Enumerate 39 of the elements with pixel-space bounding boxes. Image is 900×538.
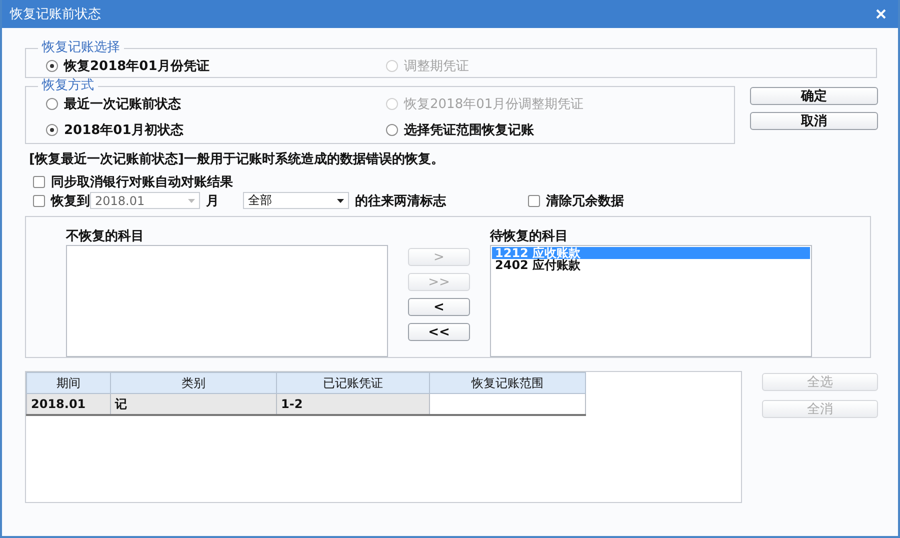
list-label: 不恢复的科目 <box>66 228 145 245</box>
month-label: 月 <box>206 192 219 210</box>
column-header: 期间 <box>26 372 110 394</box>
radio-button[interactable] <box>386 124 398 136</box>
radio-option[interactable]: 2018年01月初状态 <box>46 121 386 139</box>
close-icon[interactable] <box>876 9 886 19</box>
radio-button[interactable] <box>46 124 58 136</box>
checkbox[interactable] <box>528 194 540 206</box>
table-cell: 记 <box>110 394 276 415</box>
cancel-button[interactable]: 取消 <box>750 112 878 130</box>
column-header: 恢复记账范围 <box>430 372 586 394</box>
checkbox-label: 同步取消银行对账自动对账结果 <box>51 174 233 190</box>
suffix-label: 的往来两清标志 <box>355 192 446 210</box>
column-header: 类别 <box>110 372 276 394</box>
radio-option[interactable]: 选择凭证范围恢复记账 <box>386 121 734 139</box>
move-button[interactable]: << <box>408 323 470 341</box>
table-cell: 1-2 <box>276 394 430 415</box>
radio-button[interactable] <box>46 98 58 110</box>
ok-button[interactable]: 确定 <box>750 87 878 105</box>
dropdown-arrow-icon[interactable] <box>337 198 344 202</box>
checkbox-label: 清除冗余数据 <box>546 192 624 210</box>
group-title: 恢复方式 <box>38 78 98 94</box>
window-title: 恢复记账前状态 <box>10 6 101 23</box>
column-header: 已记账凭证 <box>276 372 430 394</box>
table-cell: 2018.01 <box>26 394 110 415</box>
pending-list[interactable]: 1212 应收账款 2402 应付账款 <box>490 245 812 357</box>
group-title: 恢复记账选择 <box>38 40 124 56</box>
hint-text: [恢复最近一次记账前状态]一般用于记账时系统造成的数据错误的恢复。 <box>29 150 445 168</box>
list-label: 待恢复的科目 <box>490 228 569 245</box>
type-dropdown[interactable]: 全部 <box>243 192 349 209</box>
radio-option[interactable]: 恢复2018年01月份凭证 <box>46 57 386 75</box>
checkbox[interactable] <box>33 194 45 206</box>
checkbox[interactable] <box>33 176 45 188</box>
checkbox-label: 恢复到 <box>51 192 90 210</box>
move-button[interactable]: < <box>408 298 470 316</box>
radio-button[interactable] <box>46 60 58 72</box>
radio-option[interactable]: 最近一次记账前状态 <box>46 95 386 113</box>
list-item[interactable]: 2402 应付账款 <box>492 259 810 271</box>
unrestored-list[interactable] <box>66 245 388 357</box>
